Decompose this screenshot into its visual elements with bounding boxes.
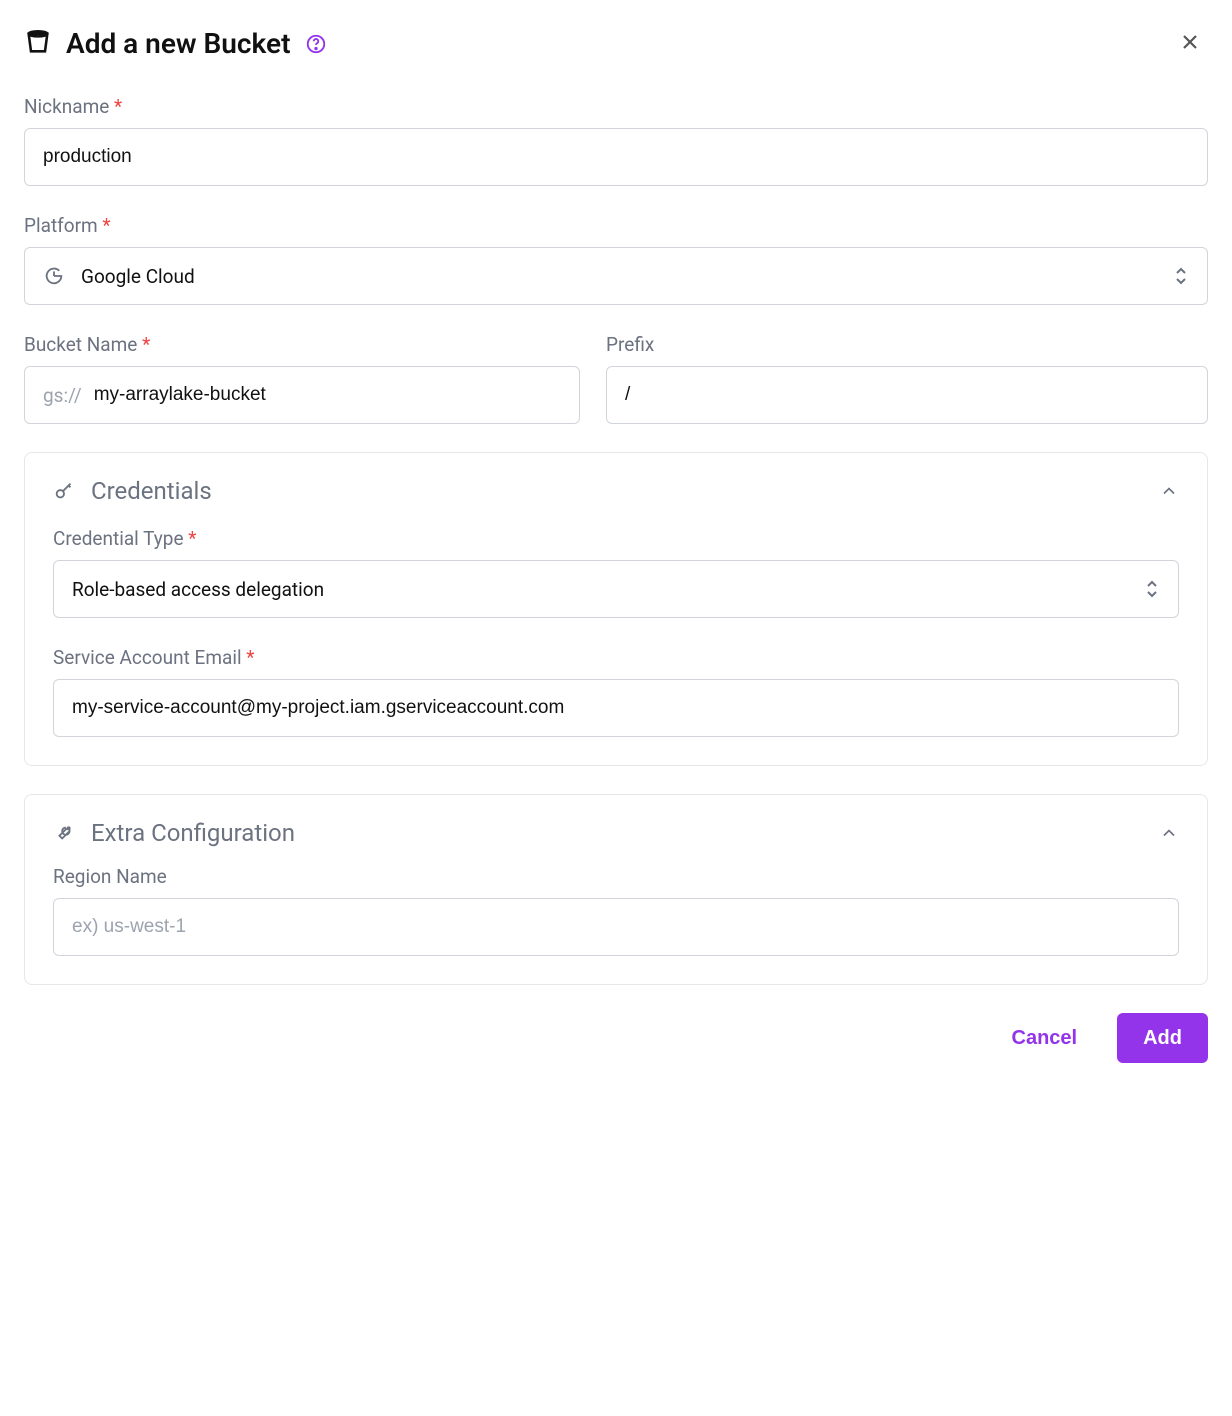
google-cloud-icon	[43, 265, 65, 287]
credential-type-label: Credential Type *	[53, 527, 1179, 550]
dialog-header: Add a new Bucket	[24, 24, 1208, 63]
field-platform: Platform * Google Cloud	[24, 214, 1208, 305]
chevron-up-icon	[1159, 823, 1179, 843]
region-label: Region Name	[53, 865, 1179, 888]
credential-type-select[interactable]: Role-based access delegation	[53, 560, 1179, 618]
required-marker: *	[188, 527, 196, 550]
nickname-label-text: Nickname	[24, 95, 109, 118]
close-button[interactable]	[1172, 24, 1208, 63]
header-left: Add a new Bucket	[24, 27, 327, 60]
nickname-label: Nickname *	[24, 95, 1208, 118]
platform-label: Platform *	[24, 214, 1208, 237]
row-bucket-prefix: Bucket Name * gs:// Prefix	[24, 333, 1208, 424]
bucket-name-input-group: gs://	[24, 366, 580, 424]
required-marker: *	[246, 646, 254, 669]
extra-config-header-left: Extra Configuration	[53, 819, 295, 847]
credentials-panel-header[interactable]: Credentials	[53, 477, 1179, 505]
credential-type-label-text: Credential Type	[53, 527, 184, 550]
region-input[interactable]	[53, 898, 1179, 956]
credentials-title: Credentials	[91, 477, 212, 505]
dialog-footer: Cancel Add	[24, 1013, 1208, 1063]
field-credential-type: Credential Type * Role-based access dele…	[53, 527, 1179, 618]
service-account-label-text: Service Account Email	[53, 646, 242, 669]
credentials-header-left: Credentials	[53, 477, 212, 505]
required-marker: *	[142, 333, 150, 356]
platform-select-left: Google Cloud	[43, 265, 195, 288]
required-marker: *	[114, 95, 122, 118]
select-updown-icon	[1144, 579, 1160, 599]
extra-config-title: Extra Configuration	[91, 819, 295, 847]
select-updown-icon	[1173, 266, 1189, 286]
service-account-label: Service Account Email *	[53, 646, 1179, 669]
prefix-label: Prefix	[606, 333, 1208, 356]
required-marker: *	[102, 214, 110, 237]
bucket-scheme-prefix: gs://	[43, 384, 82, 407]
key-icon	[53, 480, 75, 502]
bucket-name-label: Bucket Name *	[24, 333, 580, 356]
field-service-account: Service Account Email *	[53, 646, 1179, 737]
platform-label-text: Platform	[24, 214, 98, 237]
platform-selected-value: Google Cloud	[81, 265, 195, 288]
credentials-panel: Credentials Credential Type * Role-based…	[24, 452, 1208, 766]
bucket-name-input[interactable]	[92, 367, 561, 423]
field-prefix: Prefix	[606, 333, 1208, 424]
page-title: Add a new Bucket	[66, 27, 291, 60]
platform-select[interactable]: Google Cloud	[24, 247, 1208, 305]
bucket-icon	[24, 28, 52, 60]
bucket-name-label-text: Bucket Name	[24, 333, 137, 356]
field-region: Region Name	[53, 865, 1179, 956]
service-account-input[interactable]	[53, 679, 1179, 737]
chevron-up-icon	[1159, 481, 1179, 501]
extra-config-panel: Extra Configuration Region Name	[24, 794, 1208, 985]
cancel-button[interactable]: Cancel	[986, 1013, 1104, 1063]
prefix-input[interactable]	[606, 366, 1208, 424]
help-icon[interactable]	[305, 33, 327, 55]
field-nickname: Nickname *	[24, 95, 1208, 186]
wrench-icon	[53, 822, 75, 844]
field-bucket-name: Bucket Name * gs://	[24, 333, 580, 424]
close-icon	[1178, 30, 1202, 57]
add-button[interactable]: Add	[1117, 1013, 1208, 1063]
nickname-input[interactable]	[24, 128, 1208, 186]
credential-type-selected-value: Role-based access delegation	[72, 578, 324, 601]
extra-config-panel-header[interactable]: Extra Configuration	[53, 819, 1179, 847]
